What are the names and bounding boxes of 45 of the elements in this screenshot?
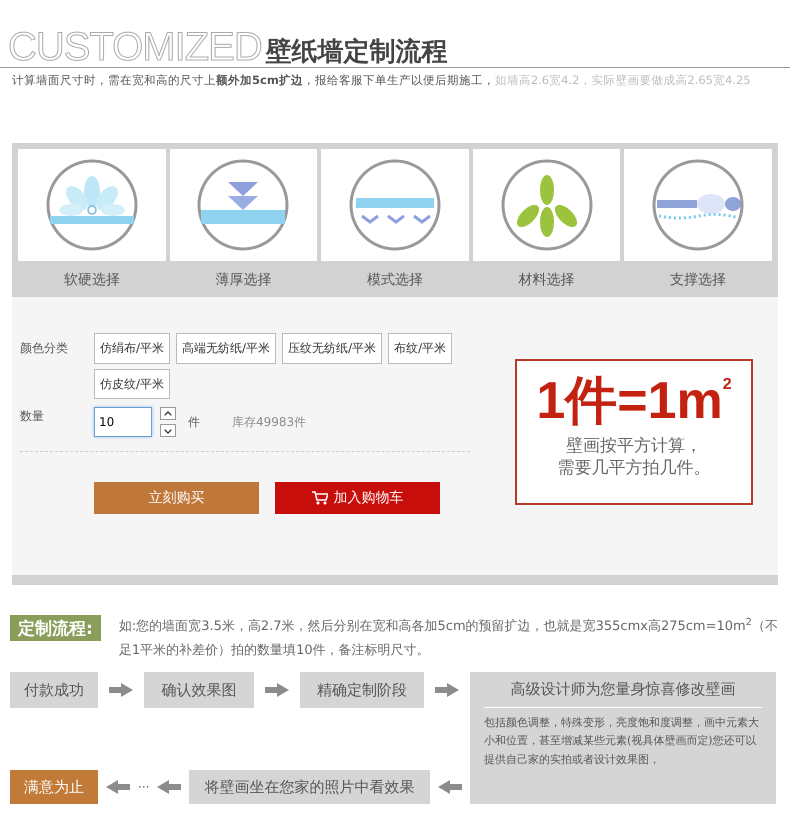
arrow-icon bbox=[265, 683, 289, 698]
add-to-cart-button[interactable]: 加入购物车 bbox=[275, 482, 440, 514]
heading-english: CUSTOMIZED bbox=[8, 27, 262, 67]
feature-label: 支撑选择 bbox=[670, 271, 726, 290]
quantity-label: 数量 bbox=[20, 408, 45, 426]
option-button[interactable]: 布纹/平米 bbox=[388, 333, 452, 364]
decrement-button[interactable] bbox=[160, 424, 176, 438]
option-button[interactable]: 压纹无纺纸/平米 bbox=[282, 333, 382, 364]
notice-text: 计算墙面尺寸时，需在宽和高的尺寸上额外加5cm扩边，报给客服下单生产以便后期施工， bbox=[12, 72, 495, 89]
example-text: 如墙高2.6宽4.2，实际壁画要做成高2.65宽4.25 bbox=[494, 72, 751, 89]
option-button[interactable]: 仿绢布/平米 bbox=[94, 333, 170, 364]
feature-label: 软硬选择 bbox=[64, 271, 120, 290]
option-button[interactable]: 仿皮纹/平米 bbox=[94, 368, 170, 400]
step-description: 包括颜色调整，特殊变形，亮度饱和度调整，画中元素大小和位置，甚至增减某些元素(视具体壁画而定)您还可以提供自己家的实拍或者设计效果图， bbox=[484, 714, 760, 768]
unit-label: 件 bbox=[188, 414, 200, 432]
promo-headline: 1件=1m$^{2}$ bbox=[536, 375, 732, 428]
promo-text: 需要几平方拍几件。 bbox=[558, 457, 710, 480]
promo-text: 壁画按平方计算， bbox=[565, 435, 703, 458]
process-heading: 定制流程: bbox=[10, 615, 101, 642]
feature-label: 模式选择 bbox=[366, 271, 423, 290]
step-box: 将壁画坐在您家的照片中看效果 bbox=[189, 770, 430, 804]
arrow-icon bbox=[106, 780, 130, 794]
caret-icon bbox=[164, 428, 172, 434]
stock-text: 库存49983件 bbox=[232, 414, 306, 432]
buy-now-button[interactable]: 立刻购买 bbox=[94, 482, 259, 514]
increment-button[interactable] bbox=[160, 407, 176, 420]
option-button[interactable]: 高端无纺纸/平米 bbox=[176, 333, 276, 364]
step-box: 满意为止 bbox=[10, 770, 98, 804]
arrow-icon bbox=[438, 780, 462, 794]
caret-icon bbox=[164, 410, 172, 417]
step-title: 高级设计师为您量身惊喜修改壁画 bbox=[484, 678, 762, 708]
arrow-icon bbox=[109, 683, 133, 698]
feature-label: 材料选择 bbox=[518, 271, 575, 290]
process-description: 如:您的墙面宽3.5米，高2.7米，然后分别在宽和高各加5cm的预留扩边，也就是宽355cmx高275cm=10m$^{2}$（不足1平米的补差价）拍的数量填10件，备注标明尺寸。 bbox=[118, 616, 778, 660]
heading-title: 壁纸墙定制流程 bbox=[266, 38, 448, 67]
ellipsis-text: ··· bbox=[138, 779, 150, 796]
arrow-icon bbox=[435, 683, 459, 698]
step-box: 确认效果图 bbox=[144, 672, 254, 708]
arrow-icon bbox=[157, 780, 182, 794]
quantity-field[interactable]: 10 bbox=[94, 407, 152, 438]
feature-label: 薄厚选择 bbox=[215, 271, 272, 290]
step-box: 精确定制阶段 bbox=[300, 672, 424, 708]
option-label: 颜色分类 bbox=[20, 340, 69, 358]
cart-icon bbox=[312, 491, 328, 506]
step-box: 付款成功 bbox=[10, 672, 98, 708]
